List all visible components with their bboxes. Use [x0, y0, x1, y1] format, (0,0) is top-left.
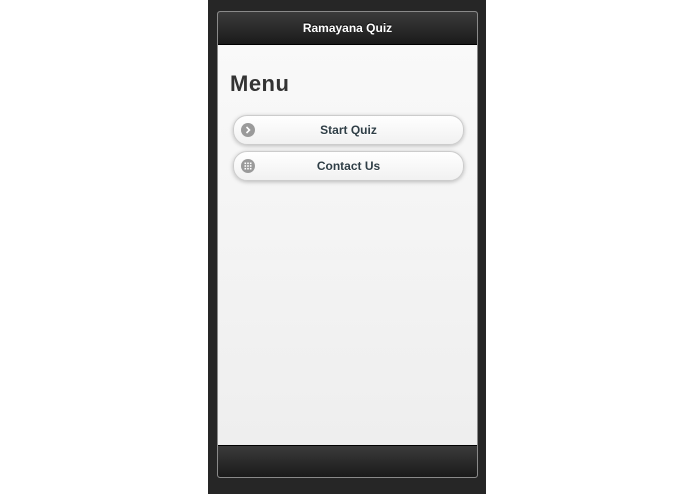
start-quiz-label: Start Quiz — [320, 123, 377, 137]
header-bar: Ramayana Quiz — [218, 12, 477, 45]
arrow-right-icon — [241, 123, 255, 137]
grid-icon — [241, 159, 255, 173]
page-title: Menu — [230, 71, 290, 96]
start-quiz-button[interactable]: Start Quiz — [233, 115, 464, 145]
contact-us-label: Contact Us — [316, 159, 381, 173]
contact-us-button[interactable]: Contact Us — [233, 151, 464, 181]
content-area: Menu Start Quiz Contact Us — [218, 45, 477, 447]
device-frame: Ramayana Quiz Menu Start Quiz Contact Us — [208, 0, 486, 494]
app-screen: Ramayana Quiz Menu Start Quiz Contact Us — [217, 11, 478, 478]
footer-bar — [218, 445, 477, 477]
app-title: Ramayana Quiz — [302, 21, 393, 35]
